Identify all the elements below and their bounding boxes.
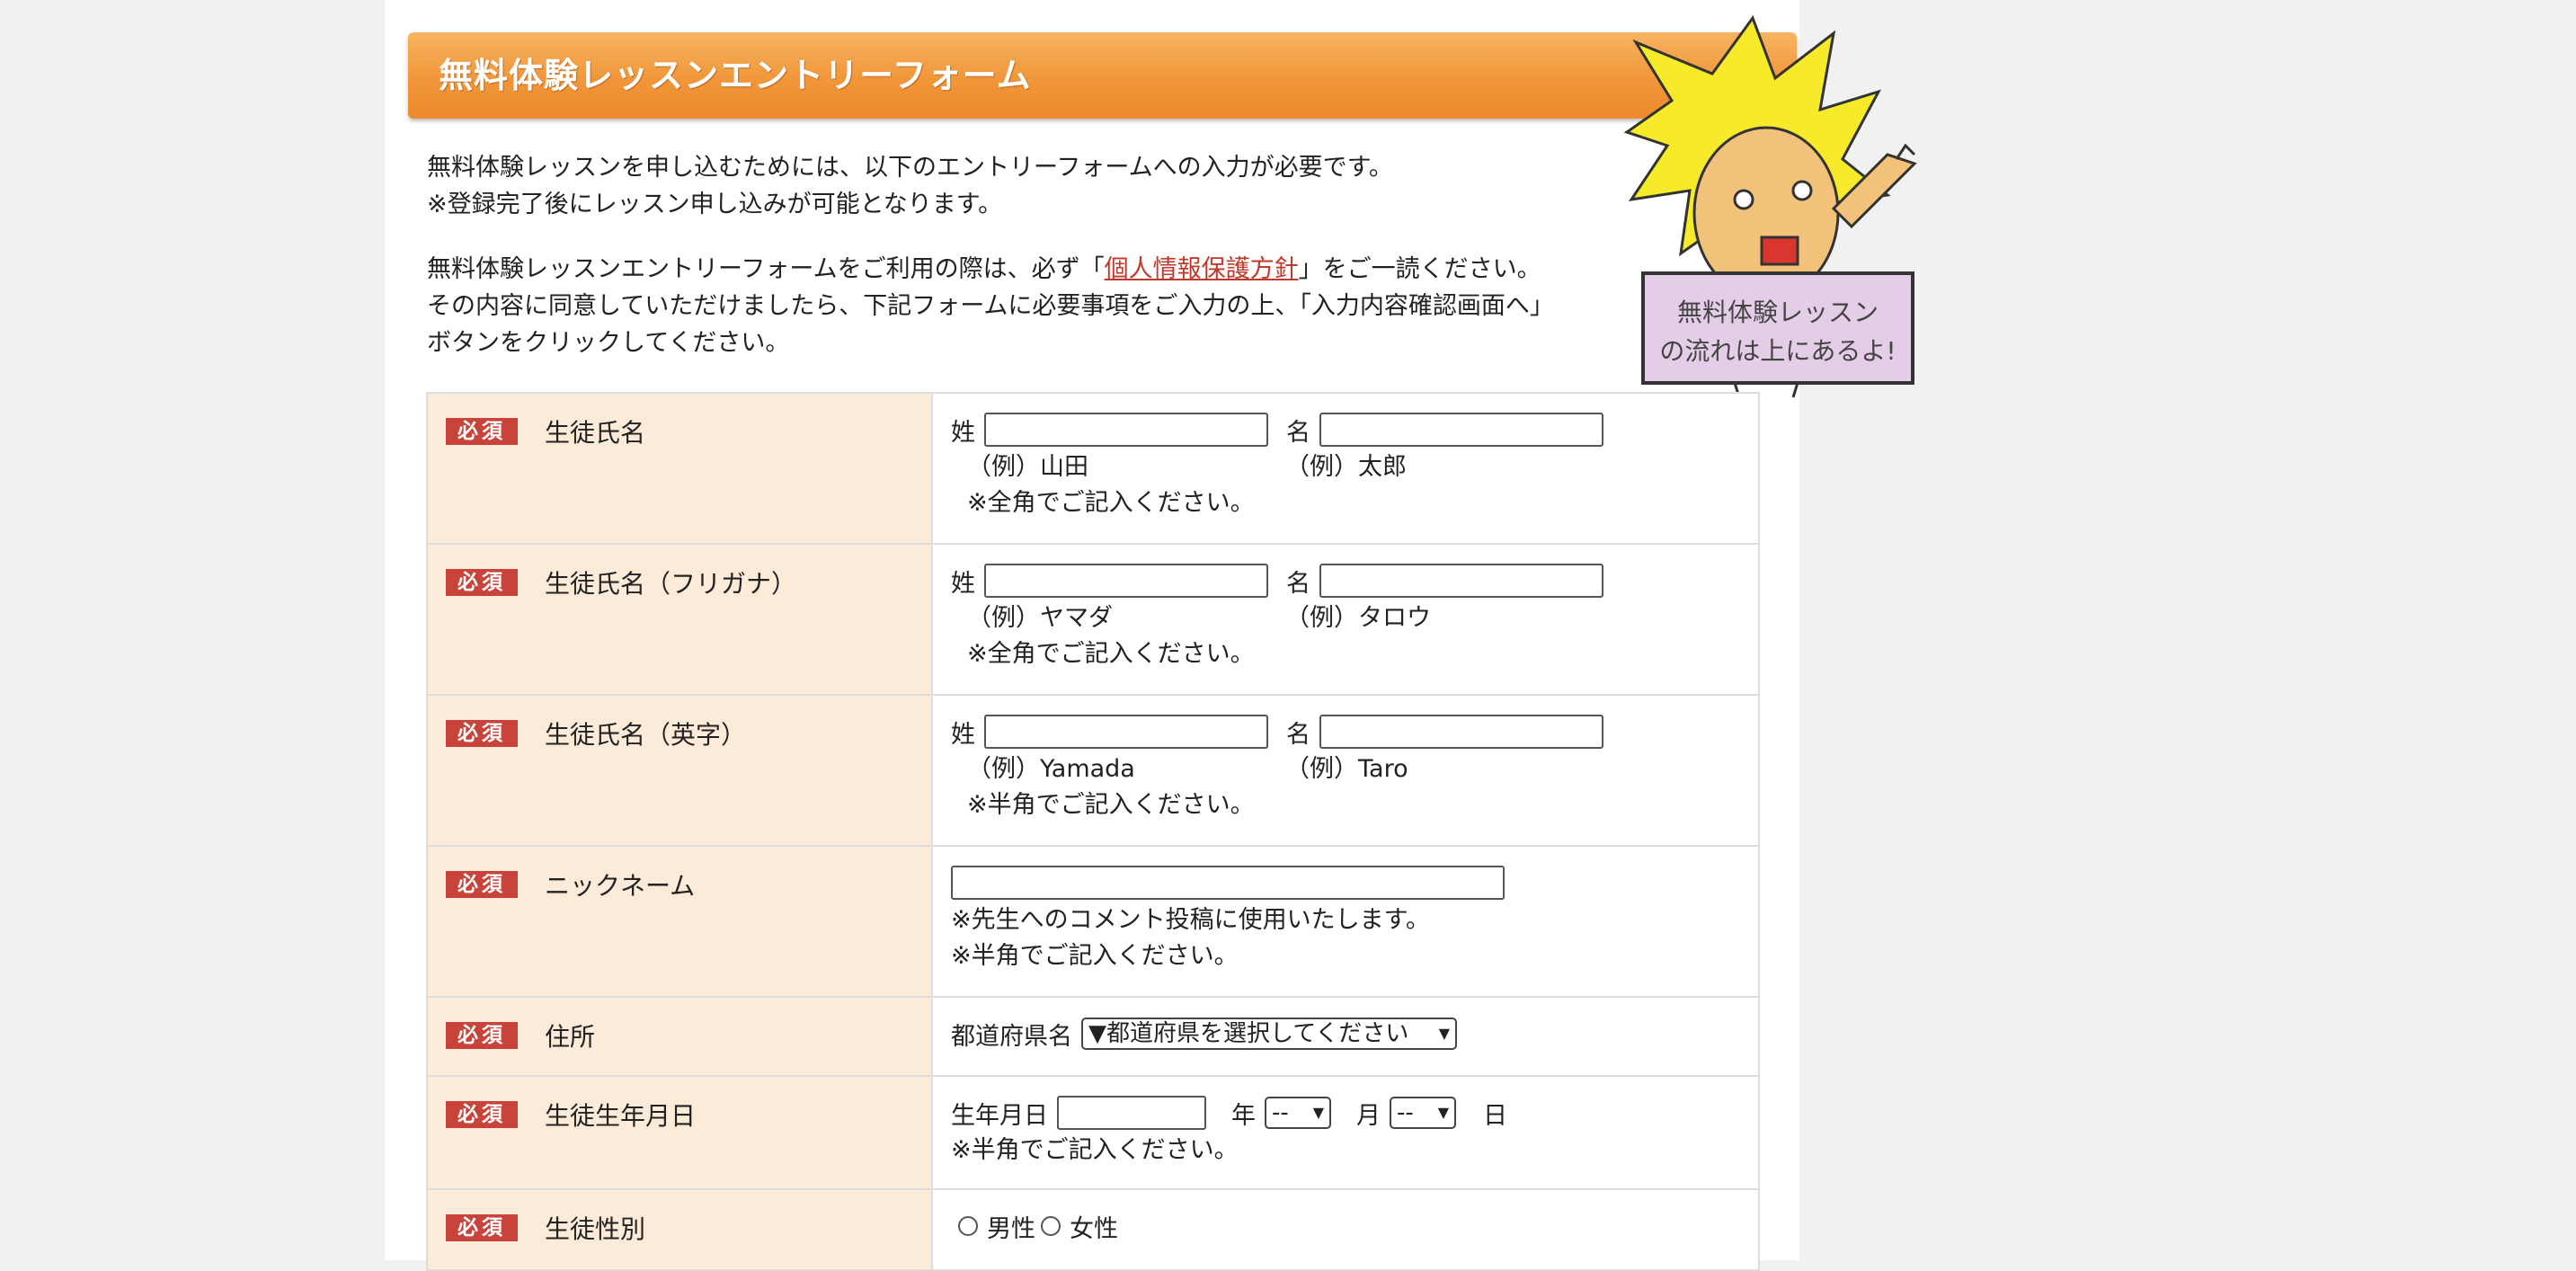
first-name-kana-label: 名 bbox=[1286, 569, 1310, 598]
mascot-sign-line-2: の流れは上にあるよ! bbox=[1659, 336, 1896, 366]
intro-line-2: ※登録完了後にレッスン申し込みが可能となります。 bbox=[427, 191, 1003, 218]
chevron-down-icon: ▼ bbox=[1438, 1025, 1450, 1042]
row-gender: 必須 生徒性別 男性 女性 bbox=[426, 1188, 1760, 1271]
row-label: 生徒性別 bbox=[545, 1214, 646, 1244]
required-badge: 必須 bbox=[446, 720, 518, 747]
prefecture-label: 都道府県名 bbox=[951, 1022, 1072, 1051]
mascot-illustration: 無料体験レッスン の流れは上にあるよ! bbox=[1623, 14, 1917, 398]
first-name-english-label: 名 bbox=[1286, 720, 1310, 749]
birth-month-select[interactable]: -- ▼ bbox=[1265, 1097, 1331, 1129]
gender-male-label: 男性 bbox=[987, 1214, 1035, 1243]
first-name-english-input[interactable] bbox=[1319, 715, 1603, 749]
first-name-kana-example: （例）タロウ bbox=[1285, 604, 1431, 632]
intro-line-5: ボタンをクリックしてください。 bbox=[427, 329, 790, 357]
first-name-example: （例）太郎 bbox=[1285, 453, 1407, 481]
first-name-kana-input[interactable] bbox=[1319, 564, 1603, 598]
month-label: 月 bbox=[1356, 1101, 1381, 1130]
row-student-name-english: 必須 生徒氏名（英字） 姓 名 （例）Yamada （例）Taro ※半角でご記入… bbox=[426, 694, 1760, 847]
gender-female-label: 女性 bbox=[1070, 1214, 1118, 1243]
required-badge: 必須 bbox=[446, 418, 518, 445]
required-badge: 必須 bbox=[446, 1022, 518, 1049]
required-badge: 必須 bbox=[446, 1101, 518, 1128]
last-name-label: 姓 bbox=[951, 418, 975, 447]
field-cell: ※先生へのコメント投稿に使用いたします。 ※半角でご記入ください。 bbox=[931, 845, 1760, 998]
birth-year-input[interactable] bbox=[1057, 1096, 1206, 1130]
last-name-example: （例）山田 bbox=[967, 453, 1088, 481]
row-label: 生徒氏名（フリガナ） bbox=[545, 569, 797, 599]
row-student-name-kana: 必須 生徒氏名（フリガナ） 姓 名 （例）ヤマダ （例）タロウ ※全角でご記入くだ… bbox=[426, 543, 1760, 696]
chevron-down-icon: ▼ bbox=[1312, 1104, 1324, 1121]
mascot-sign-line-1: 無料体験レッスン bbox=[1677, 298, 1879, 327]
row-label: 生徒生年月日 bbox=[545, 1101, 697, 1131]
english-note: ※半角でご記入ください。 bbox=[967, 791, 1255, 819]
last-name-kana-label: 姓 bbox=[951, 569, 975, 598]
first-name-input[interactable] bbox=[1319, 413, 1603, 447]
row-address: 必須 住所 都道府県名 ▼都道府県を選択してください ▼ bbox=[426, 996, 1760, 1077]
intro-block-1: 無料体験レッスンを申し込むためには、以下のエントリーフォームへの入力が必要です。… bbox=[427, 149, 1631, 223]
day-label: 日 bbox=[1483, 1101, 1507, 1130]
intro-line-3: 無料体験レッスンエントリーフォームをご利用の際は、必ず「個人情報保護方針」をご一… bbox=[427, 255, 1541, 283]
field-cell: 都道府県名 ▼都道府県を選択してください ▼ bbox=[931, 996, 1760, 1077]
nickname-note-2: ※半角でご記入ください。 bbox=[951, 942, 1239, 970]
row-label: ニックネーム bbox=[545, 871, 696, 901]
required-badge: 必須 bbox=[446, 569, 518, 596]
field-cell: 姓 名 （例）山田 （例）太郎 ※全角でご記入ください。 bbox=[931, 392, 1760, 545]
label-cell: 必須 生徒氏名（英字） bbox=[426, 694, 933, 847]
intro-block-2: 無料体験レッスンエントリーフォームをご利用の際は、必ず「個人情報保護方針」をご一… bbox=[427, 251, 1631, 361]
row-birthday: 必須 生徒生年月日 生年月日 年 -- ▼ 月 -- ▼ 日 ※半角でご記入くだ… bbox=[426, 1075, 1760, 1190]
name-note: ※全角でご記入ください。 bbox=[967, 489, 1255, 517]
year-label: 年 bbox=[1231, 1101, 1256, 1130]
last-name-kana-example: （例）ヤマダ bbox=[967, 604, 1113, 632]
prefecture-select[interactable]: ▼都道府県を選択してください ▼ bbox=[1081, 1018, 1457, 1050]
last-name-input[interactable] bbox=[984, 413, 1268, 447]
chevron-down-icon: ▼ bbox=[1437, 1104, 1449, 1121]
privacy-policy-link[interactable]: 個人情報保護方針 bbox=[1105, 255, 1299, 283]
field-cell: 姓 名 （例）ヤマダ （例）タロウ ※全角でご記入ください。 bbox=[931, 543, 1760, 696]
field-cell: 姓 名 （例）Yamada （例）Taro ※半角でご記入ください。 bbox=[931, 694, 1760, 847]
label-cell: 必須 生徒生年月日 bbox=[426, 1075, 933, 1190]
prefecture-select-value: ▼都道府県を選択してください bbox=[1088, 1020, 1409, 1047]
row-nickname: 必須 ニックネーム ※先生へのコメント投稿に使用いたします。 ※半角でご記入くださ… bbox=[426, 845, 1760, 998]
field-cell: 生年月日 年 -- ▼ 月 -- ▼ 日 ※半角でご記入ください。 bbox=[931, 1075, 1760, 1190]
kana-note: ※全角でご記入ください。 bbox=[967, 640, 1255, 668]
gender-female-radio[interactable] bbox=[1041, 1216, 1061, 1236]
required-badge: 必須 bbox=[446, 871, 518, 898]
gender-male-radio[interactable] bbox=[958, 1216, 978, 1236]
row-student-name: 必須 生徒氏名 姓 名 （例）山田 （例）太郎 ※全角でご記入ください。 bbox=[426, 392, 1760, 545]
label-cell: 必須 住所 bbox=[426, 996, 933, 1077]
birth-day-select[interactable]: -- ▼ bbox=[1390, 1097, 1456, 1129]
last-name-english-label: 姓 bbox=[951, 720, 975, 749]
label-cell: 必須 生徒氏名（フリガナ） bbox=[426, 543, 933, 696]
row-label: 生徒氏名（英字） bbox=[545, 720, 747, 750]
field-cell: 男性 女性 bbox=[931, 1188, 1760, 1271]
nickname-note-1: ※先生へのコメント投稿に使用いたします。 bbox=[951, 906, 1430, 934]
row-label: 住所 bbox=[545, 1022, 596, 1052]
birth-month-value: -- bbox=[1272, 1099, 1289, 1126]
birthday-note: ※半角でご記入ください。 bbox=[951, 1136, 1239, 1164]
last-name-kana-input[interactable] bbox=[984, 564, 1268, 598]
first-name-label: 名 bbox=[1286, 418, 1310, 447]
label-cell: 必須 ニックネーム bbox=[426, 845, 933, 998]
intro-line-1: 無料体験レッスンを申し込むためには、以下のエントリーフォームへの入力が必要です。 bbox=[427, 154, 1393, 182]
first-name-english-example: （例）Taro bbox=[1285, 755, 1408, 783]
birthday-label: 生年月日 bbox=[951, 1101, 1048, 1130]
last-name-english-example: （例）Yamada bbox=[967, 755, 1135, 783]
row-label: 生徒氏名 bbox=[545, 418, 646, 448]
entry-form-table: 必須 生徒氏名 姓 名 （例）山田 （例）太郎 ※全角でご記入ください。 必須 生徒… bbox=[426, 392, 1760, 1271]
intro-line-4: その内容に同意していただけましたら、下記フォームに必要事項をご入力の上、「入力内… bbox=[427, 292, 1554, 320]
birth-day-value: -- bbox=[1397, 1099, 1414, 1126]
last-name-english-input[interactable] bbox=[984, 715, 1268, 749]
label-cell: 必須 生徒氏名 bbox=[426, 392, 933, 545]
label-cell: 必須 生徒性別 bbox=[426, 1188, 933, 1271]
nickname-input[interactable] bbox=[951, 866, 1505, 900]
required-badge: 必須 bbox=[446, 1214, 518, 1241]
form-title: 無料体験レッスンエントリーフォーム bbox=[408, 32, 1797, 119]
